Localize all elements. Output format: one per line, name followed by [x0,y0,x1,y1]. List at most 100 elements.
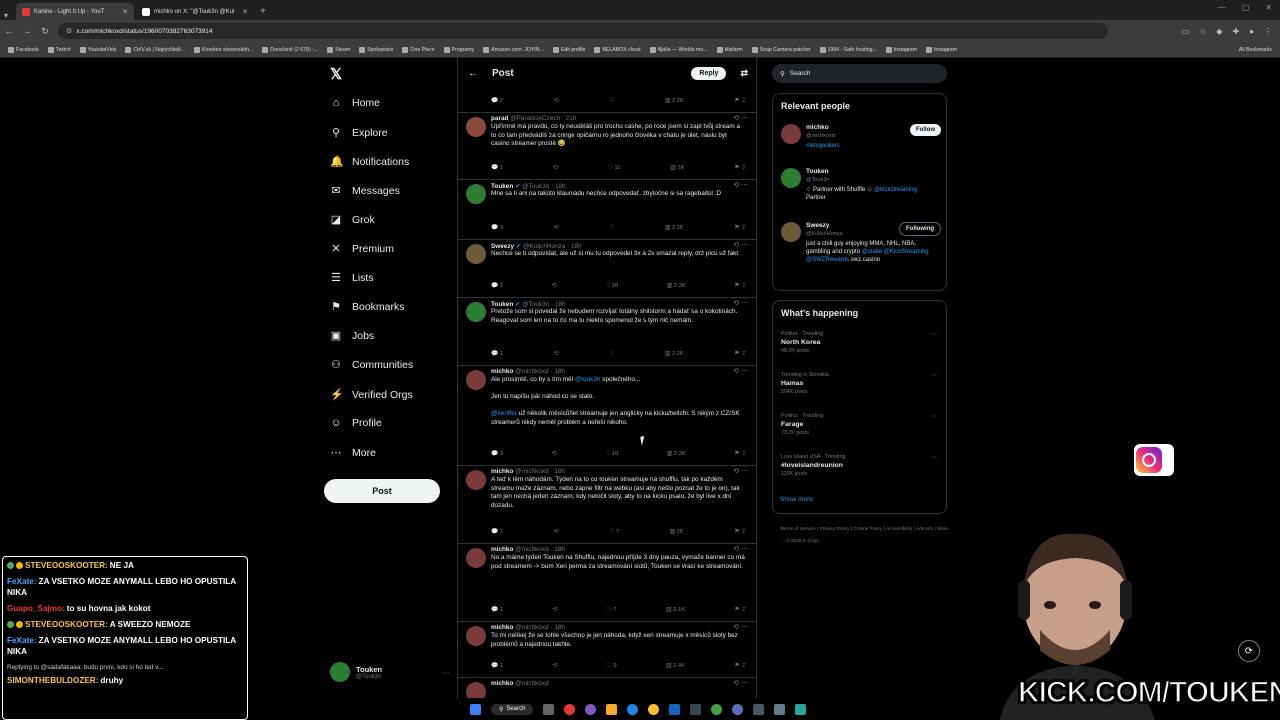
bookmark-share-icon[interactable]: ⚑ ⇪ [734,663,746,669]
search-input[interactable]: ⚲ Search [772,64,947,83]
menu-kebab-icon[interactable]: ⋮ [1264,27,1272,36]
tweet-time[interactable]: 18h [571,243,582,250]
nav-item-bookmarks[interactable]: ⚑ Bookmarks [330,300,404,314]
tweet[interactable]: michko @michkoxd ⟲ ⋯ [458,678,756,698]
views-icon[interactable]: ▥ 2.2K [665,98,684,104]
close-tab-icon[interactable]: ✕ [122,8,128,16]
extension-icon[interactable]: ◆ [1216,27,1222,36]
tab-search-icon[interactable]: ▾ [4,11,14,20]
bookmark-item[interactable]: Amazon.com: JOYIN... [483,46,544,53]
views-icon[interactable]: ▥ 2.1K [666,607,685,613]
trend-more-icon[interactable]: ⋯ [931,413,937,420]
file-explorer-icon[interactable] [606,703,618,715]
views-icon[interactable]: ▥ 2K [670,529,684,535]
close-tab-icon[interactable]: ✕ [242,8,248,16]
nav-item-messages[interactable]: ✉ Messages [330,184,399,198]
back-icon[interactable]: ← [0,26,18,36]
retweet-icon[interactable]: ⟲ [554,225,559,231]
edge-icon[interactable] [627,703,639,715]
like-icon[interactable]: ♡ [609,351,614,357]
tweet-more-icon[interactable]: ⟲ ⋯ [733,679,748,687]
tweet-time[interactable]: 21h [566,115,577,122]
trend-more-icon[interactable]: ⋯ [931,454,937,461]
author-name[interactable]: Sweezy [491,243,514,250]
bookmark-share-icon[interactable]: ⚑ ⇪ [734,529,746,535]
telegram-icon[interactable] [669,703,681,715]
bookmark-share-icon[interactable]: ⚑ ⇪ [734,283,746,289]
nav-item-more[interactable]: ⋯ More [330,446,376,460]
trend-item[interactable]: Love Island USA · Trending #loveislandreu… [781,454,941,477]
bookmark-item[interactable]: CtrlV.sk | Najrýchlejš... [125,46,185,53]
avatar[interactable] [466,548,486,568]
tweet-more-icon[interactable]: ⟲ ⋯ [733,241,748,249]
tweet-more-icon[interactable]: ⟲ ⋯ [733,181,748,189]
tweet-time[interactable]: 18h [554,468,565,475]
bookmark-item[interactable]: Instagram [925,46,957,53]
tweet[interactable]: Touken ✔ @Touk3n · 18h ⟲ ⋯ Pretože som si … [458,298,756,366]
nav-item-jobs[interactable]: ▣ Jobs [330,329,374,343]
bookmark-item[interactable]: 1984 - Safe hosting... [819,46,877,53]
nav-item-verified-orgs[interactable]: ⚡ Verified Orgs [330,388,413,402]
account-switcher[interactable]: Touken @Touk3n ⋯ [330,662,450,682]
app-icon[interactable] [711,703,723,715]
nav-item-premium[interactable]: ✕ Premium [330,242,394,256]
bookmark-item[interactable]: klipfarm [716,46,743,53]
all-bookmarks[interactable]: All Bookmarks [1239,47,1280,53]
tweet[interactable]: parad @ParadiseCzech · 21h ⟲ ⋯ Upřímně má … [458,113,756,180]
bookmark-share-icon[interactable]: ⚑ ⇪ [734,225,746,231]
bookmark-item[interactable]: Programy [443,46,474,53]
bookmark-item[interactable]: Instagram [885,46,917,53]
author-handle[interactable]: @Touk3n [522,301,549,308]
reply-icon[interactable]: 💬 1 [491,351,503,357]
taskbar-search[interactable]: ⚲ Search [491,703,534,715]
tweet-more-icon[interactable]: ⟲ ⋯ [733,545,748,553]
retweet-icon[interactable]: ⟲ [554,529,559,535]
obs-icon[interactable] [753,703,765,715]
bookmark-item[interactable]: Steam [327,46,350,53]
trend-more-icon[interactable]: ⋯ [931,331,937,338]
tweet[interactable]: 💬 2 ⟲ ♡ ▥ 2.2K ⚑ ⇪ [458,88,756,113]
avatar[interactable] [781,168,801,188]
discord-icon[interactable] [732,703,744,715]
reply-icon[interactable]: 💬 1 [491,165,503,171]
bookmark-item[interactable]: Snap Camera patcher [751,46,811,53]
author-handle[interactable]: @ParadiseCzech [510,115,560,122]
avatar[interactable] [466,302,486,322]
reply-icon[interactable]: 💬 3 [491,225,503,231]
avatar[interactable] [466,370,486,390]
avatar[interactable] [466,626,486,646]
chrome-icon[interactable] [648,703,660,715]
reply-icon[interactable]: 💬 1 [491,663,503,669]
steam-icon[interactable] [690,703,702,715]
author-name[interactable]: Touken [491,301,513,308]
bookmark-item[interactable]: Korektor slovenskéh... [193,46,253,53]
tweet[interactable]: michko @michkoxd · 18h ⟲ ⋯ Ale prosimtě, c… [458,366,756,466]
windows-start-icon[interactable] [470,703,481,715]
app-icon[interactable] [564,703,576,715]
tweet-more-icon[interactable]: ⟲ ⋯ [733,623,748,631]
tweet-more-icon[interactable]: ⟲ ⋯ [733,114,748,122]
more-icon[interactable]: ⋯ [443,668,451,677]
avatar[interactable] [781,124,801,144]
reply-icon[interactable]: 💬 3 [491,451,503,457]
author-handle[interactable]: @Touk3n [522,183,549,190]
reply-button[interactable]: Reply [691,66,727,80]
author-name[interactable]: michko [491,680,513,687]
minimize-icon[interactable]: — [1218,3,1226,12]
like-icon[interactable]: ♡ 7 [607,607,617,613]
show-more-link[interactable]: Show more [780,496,813,503]
tweet-time[interactable]: 18h [555,183,566,190]
like-icon[interactable]: ♡ 28 [605,283,618,289]
author-name[interactable]: michko [491,624,513,631]
x-logo-icon[interactable]: 𝕏 [330,65,342,83]
tweet-time[interactable]: 18h [555,301,566,308]
post-button[interactable]: Post [324,479,440,503]
bookmark-item[interactable]: Doručené (2 678) -... [262,46,318,53]
settings-sliders-icon[interactable]: ⇄ [740,68,748,79]
tweet[interactable]: Touken ✔ @Touk3n · 18h ⟲ ⋯ Mne sa ti ani n… [458,180,756,240]
avatar[interactable] [781,222,801,242]
tweet[interactable]: michko @michkoxd · 18h ⟲ ⋯ No a máme týden… [458,544,756,622]
avatar[interactable] [466,244,486,264]
retweet-icon[interactable]: ⟲ [552,451,557,457]
trend-item[interactable]: Trending in Slovakia Hamas 264K posts ⋯ [781,372,941,395]
